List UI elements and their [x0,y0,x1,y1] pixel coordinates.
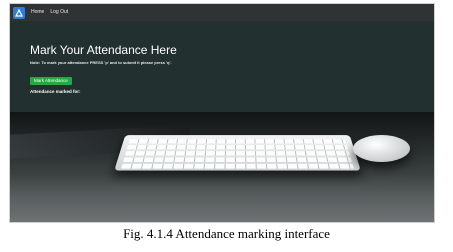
keyboard-background-image [10,112,434,222]
hero-section: Mark Your Attendance Here Note: To mark … [10,21,434,121]
attendance-marked-label: Attendance marked for: [30,89,81,94]
key-row [124,151,351,156]
navbar: Home Log Out [10,4,434,21]
instruction-note: Note: To mark your attendance PRESS 'p' … [30,60,172,65]
nav-home-link[interactable]: Home [31,4,44,21]
keyboard-image [114,135,361,171]
app-screenshot: Home Log Out Mark Your Attendance Here N… [9,3,435,223]
mark-attendance-button[interactable]: Mark Attendance [30,77,72,85]
key-row [121,163,354,169]
key-row [126,145,349,150]
figure-caption: Fig. 4.1.4 Attendance marking interface [123,226,330,241]
triangle-logo-icon[interactable] [13,6,25,19]
key-row [128,139,347,144]
triangle-logo-glyph [15,8,23,17]
page-title: Mark Your Attendance Here [30,43,177,57]
mouse-image [353,135,410,162]
nav-logout-link[interactable]: Log Out [50,4,68,21]
key-row [123,157,352,162]
